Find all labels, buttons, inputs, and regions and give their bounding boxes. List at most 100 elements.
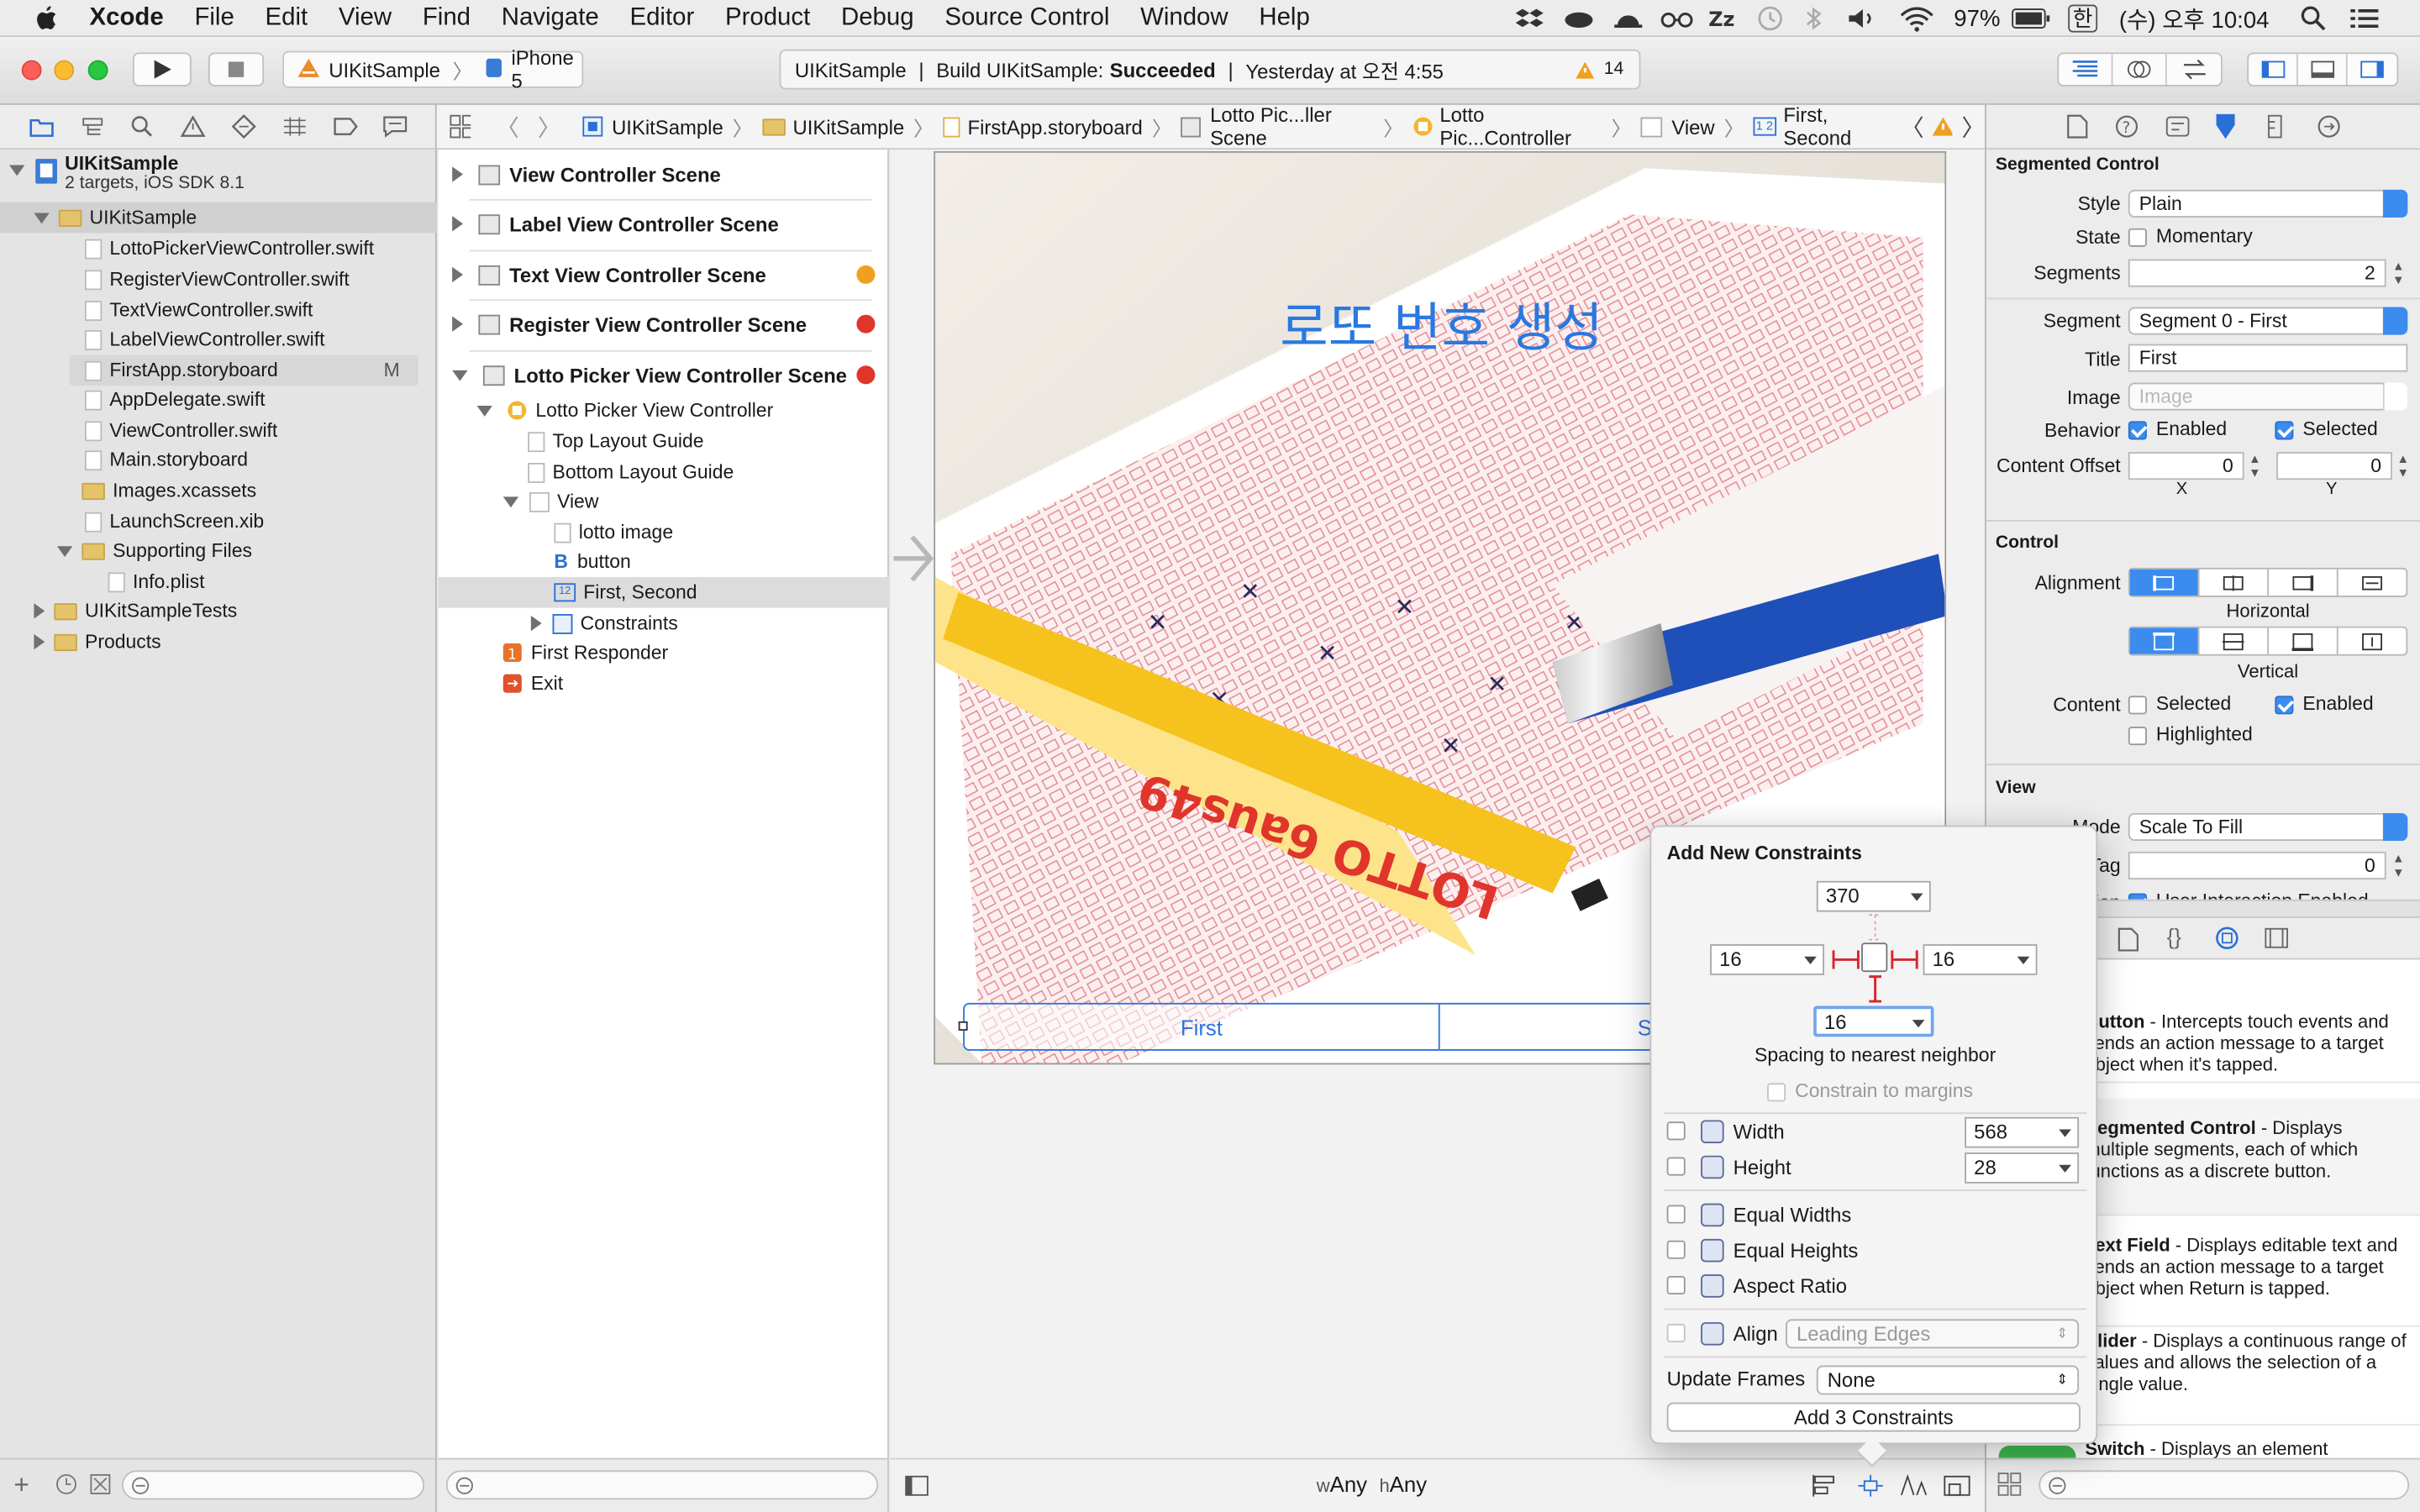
align-popup[interactable]: Leading Edges ⇕ <box>1786 1319 2080 1349</box>
outline-item-bottom-layout-guide[interactable]: Bottom Layout Guide <box>439 457 889 488</box>
warning-icon[interactable] <box>1930 116 1953 138</box>
project-root-row[interactable]: UIKitSample 2 targets, iOS SDK 8.1 <box>0 153 437 199</box>
glasses-icon[interactable] <box>1659 0 1696 37</box>
segments-field[interactable]: 2 <box>2128 259 2386 287</box>
scene-warning-icon[interactable] <box>856 265 876 284</box>
scene-error-icon[interactable] <box>856 314 876 333</box>
outline-item-segmented-control[interactable]: 12 First, Second <box>438 576 889 608</box>
navigator-item-file[interactable]: Info.plist <box>0 566 437 597</box>
navigator-item-file[interactable]: LaunchScreen.xib <box>0 506 437 537</box>
dropbox-icon[interactable] <box>1515 0 1547 37</box>
resolve-issues-icon[interactable] <box>1900 1473 1928 1498</box>
left-constraint-strut-icon[interactable] <box>1830 948 1861 972</box>
library-filter-input[interactable] <box>2039 1470 2410 1500</box>
align-bottom-icon[interactable] <box>2269 627 2338 654</box>
menu-app-xcode[interactable]: Xcode <box>83 0 179 36</box>
menu-edit[interactable]: Edit <box>250 0 323 36</box>
segment-popup[interactable]: Segment 0 - First <box>2128 307 2408 335</box>
menu-product[interactable]: Product <box>710 0 826 36</box>
align-left-icon[interactable] <box>2129 569 2200 596</box>
add-file-icon[interactable]: + <box>14 1470 29 1501</box>
menu-help[interactable]: Help <box>1244 0 1325 36</box>
battery-icon[interactable] <box>2011 0 2051 37</box>
outline-item-lotto-image[interactable]: lotto image <box>439 517 889 548</box>
breadcrumb-group[interactable]: UIKitSample <box>761 115 904 138</box>
align-top-icon[interactable] <box>2129 627 2200 654</box>
menu-navigate[interactable]: Navigate <box>486 0 614 36</box>
outline-scene-row[interactable]: Label View Controller Scene <box>439 199 889 249</box>
navigator-item-file[interactable]: RegisterViewController.swift <box>0 264 437 295</box>
close-window-button[interactable] <box>21 60 42 81</box>
disclosure-triangle-icon[interactable] <box>34 603 45 619</box>
update-frames-popup[interactable]: None ⇕ <box>1816 1365 2080 1395</box>
breadcrumb-scene[interactable]: Lotto Pic...ller Scene <box>1181 103 1374 150</box>
offset-y-stepper[interactable]: ▲ ▼ <box>2396 452 2412 480</box>
user-interaction-checkbox[interactable]: User Interaction Enabled <box>2128 890 2369 900</box>
find-navigator-icon[interactable] <box>129 114 154 139</box>
align-right-icon[interactable] <box>2269 569 2338 596</box>
disclosure-triangle-icon[interactable] <box>9 165 25 176</box>
height-value-combo[interactable]: 28 <box>1965 1152 2080 1184</box>
resizing-behavior-icon[interactable] <box>1943 1473 1970 1498</box>
next-issue-icon[interactable]: 〉 <box>1961 110 1985 143</box>
object-library-icon[interactable] <box>2215 926 2239 950</box>
checkbox-icon[interactable] <box>1666 1205 1686 1224</box>
left-spacing-combo[interactable]: 16 <box>1710 944 1825 975</box>
disclosure-triangle-icon[interactable] <box>34 633 45 650</box>
menu-editor[interactable]: Editor <box>614 0 710 36</box>
outline-item-button[interactable]: Bbutton <box>439 546 889 577</box>
debug-area-toggle-icon[interactable] <box>2298 54 2348 86</box>
outline-item-view-controller[interactable]: Lotto Picker View Controller <box>439 395 889 426</box>
offset-y-field[interactable]: 0 <box>2276 452 2392 480</box>
navigator-item-file[interactable]: TextViewController.swift <box>0 295 437 326</box>
menu-extra-icon[interactable] <box>1564 0 1595 37</box>
style-popup[interactable]: Plain <box>2128 189 2408 218</box>
warning-count-badge[interactable]: 14 <box>1575 60 1623 80</box>
code-snippet-library-icon[interactable]: {} <box>2167 924 2181 948</box>
grid-view-icon[interactable] <box>1997 1472 2022 1496</box>
outline-item-constraints[interactable]: Constraints <box>439 608 889 639</box>
content-enabled-checkbox[interactable]: Enabled <box>2275 693 2374 714</box>
apple-icon[interactable] <box>34 5 61 29</box>
constrain-to-margins-checkbox[interactable]: Constrain to margins <box>1767 1080 1973 1101</box>
top-spacing-combo[interactable]: 370 <box>1816 880 1931 912</box>
previous-issue-icon[interactable]: 〈 <box>1901 110 1924 143</box>
pin-button-icon[interactable] <box>1857 1473 1885 1498</box>
align-fill-icon[interactable] <box>2338 570 2407 596</box>
bottom-spacing-combo[interactable]: 16 <box>1813 1005 1934 1037</box>
tag-stepper[interactable]: ▲ ▼ <box>2392 852 2407 879</box>
outline-item-exit[interactable]: Exit <box>439 668 889 699</box>
scene-error-icon[interactable] <box>856 365 876 385</box>
run-button[interactable] <box>132 52 192 87</box>
navigator-item-file[interactable]: LabelViewController.swift <box>0 324 437 355</box>
navigator-item-group-uikitsample[interactable]: UIKitSample <box>0 202 437 234</box>
outline-item-view[interactable]: View <box>439 486 889 517</box>
menu-debug[interactable]: Debug <box>826 0 929 36</box>
width-value-combo[interactable]: 568 <box>1965 1116 2080 1148</box>
checkbox-icon[interactable] <box>1666 1121 1686 1141</box>
bluetooth-icon[interactable] <box>1802 0 1824 37</box>
time-machine-icon[interactable] <box>1756 0 1784 37</box>
breakpoint-navigator-icon[interactable] <box>334 118 358 136</box>
navigator-item-file-selected[interactable]: FirstApp.storyboard M <box>69 354 418 386</box>
navigator-item-group-tests[interactable]: UIKitSampleTests <box>0 596 437 627</box>
content-selected-checkbox[interactable]: Selected <box>2128 693 2231 714</box>
menu-clock[interactable]: (수) 오후 10:04 <box>2119 0 2270 37</box>
outline-toggle-icon[interactable] <box>904 1475 929 1497</box>
recent-files-icon[interactable] <box>55 1473 77 1495</box>
utilities-toggle-icon[interactable] <box>2348 54 2397 85</box>
navigator-item-file[interactable]: Main.storyboard <box>0 444 437 475</box>
checkbox-icon[interactable] <box>1666 1157 1686 1176</box>
align-button-icon[interactable] <box>1812 1473 1839 1498</box>
debug-navigator-icon[interactable] <box>282 116 307 138</box>
equal-heights-row[interactable]: Equal Heights <box>1666 1234 2084 1265</box>
scm-filter-icon[interactable] <box>90 1473 112 1495</box>
offset-x-stepper[interactable]: ▲ ▼ <box>2249 452 2264 480</box>
align-center-icon[interactable] <box>2199 569 2269 596</box>
zoom-window-button[interactable] <box>87 60 108 81</box>
menu-file[interactable]: File <box>179 0 250 36</box>
bottom-constraint-strut-icon[interactable] <box>1865 975 1886 1003</box>
content-highlighted-checkbox[interactable]: Highlighted <box>2128 723 2253 745</box>
sleep-icon[interactable]: Zz <box>1707 0 1740 37</box>
breadcrumb-controller[interactable]: Lotto Pic...Controller <box>1413 103 1602 150</box>
